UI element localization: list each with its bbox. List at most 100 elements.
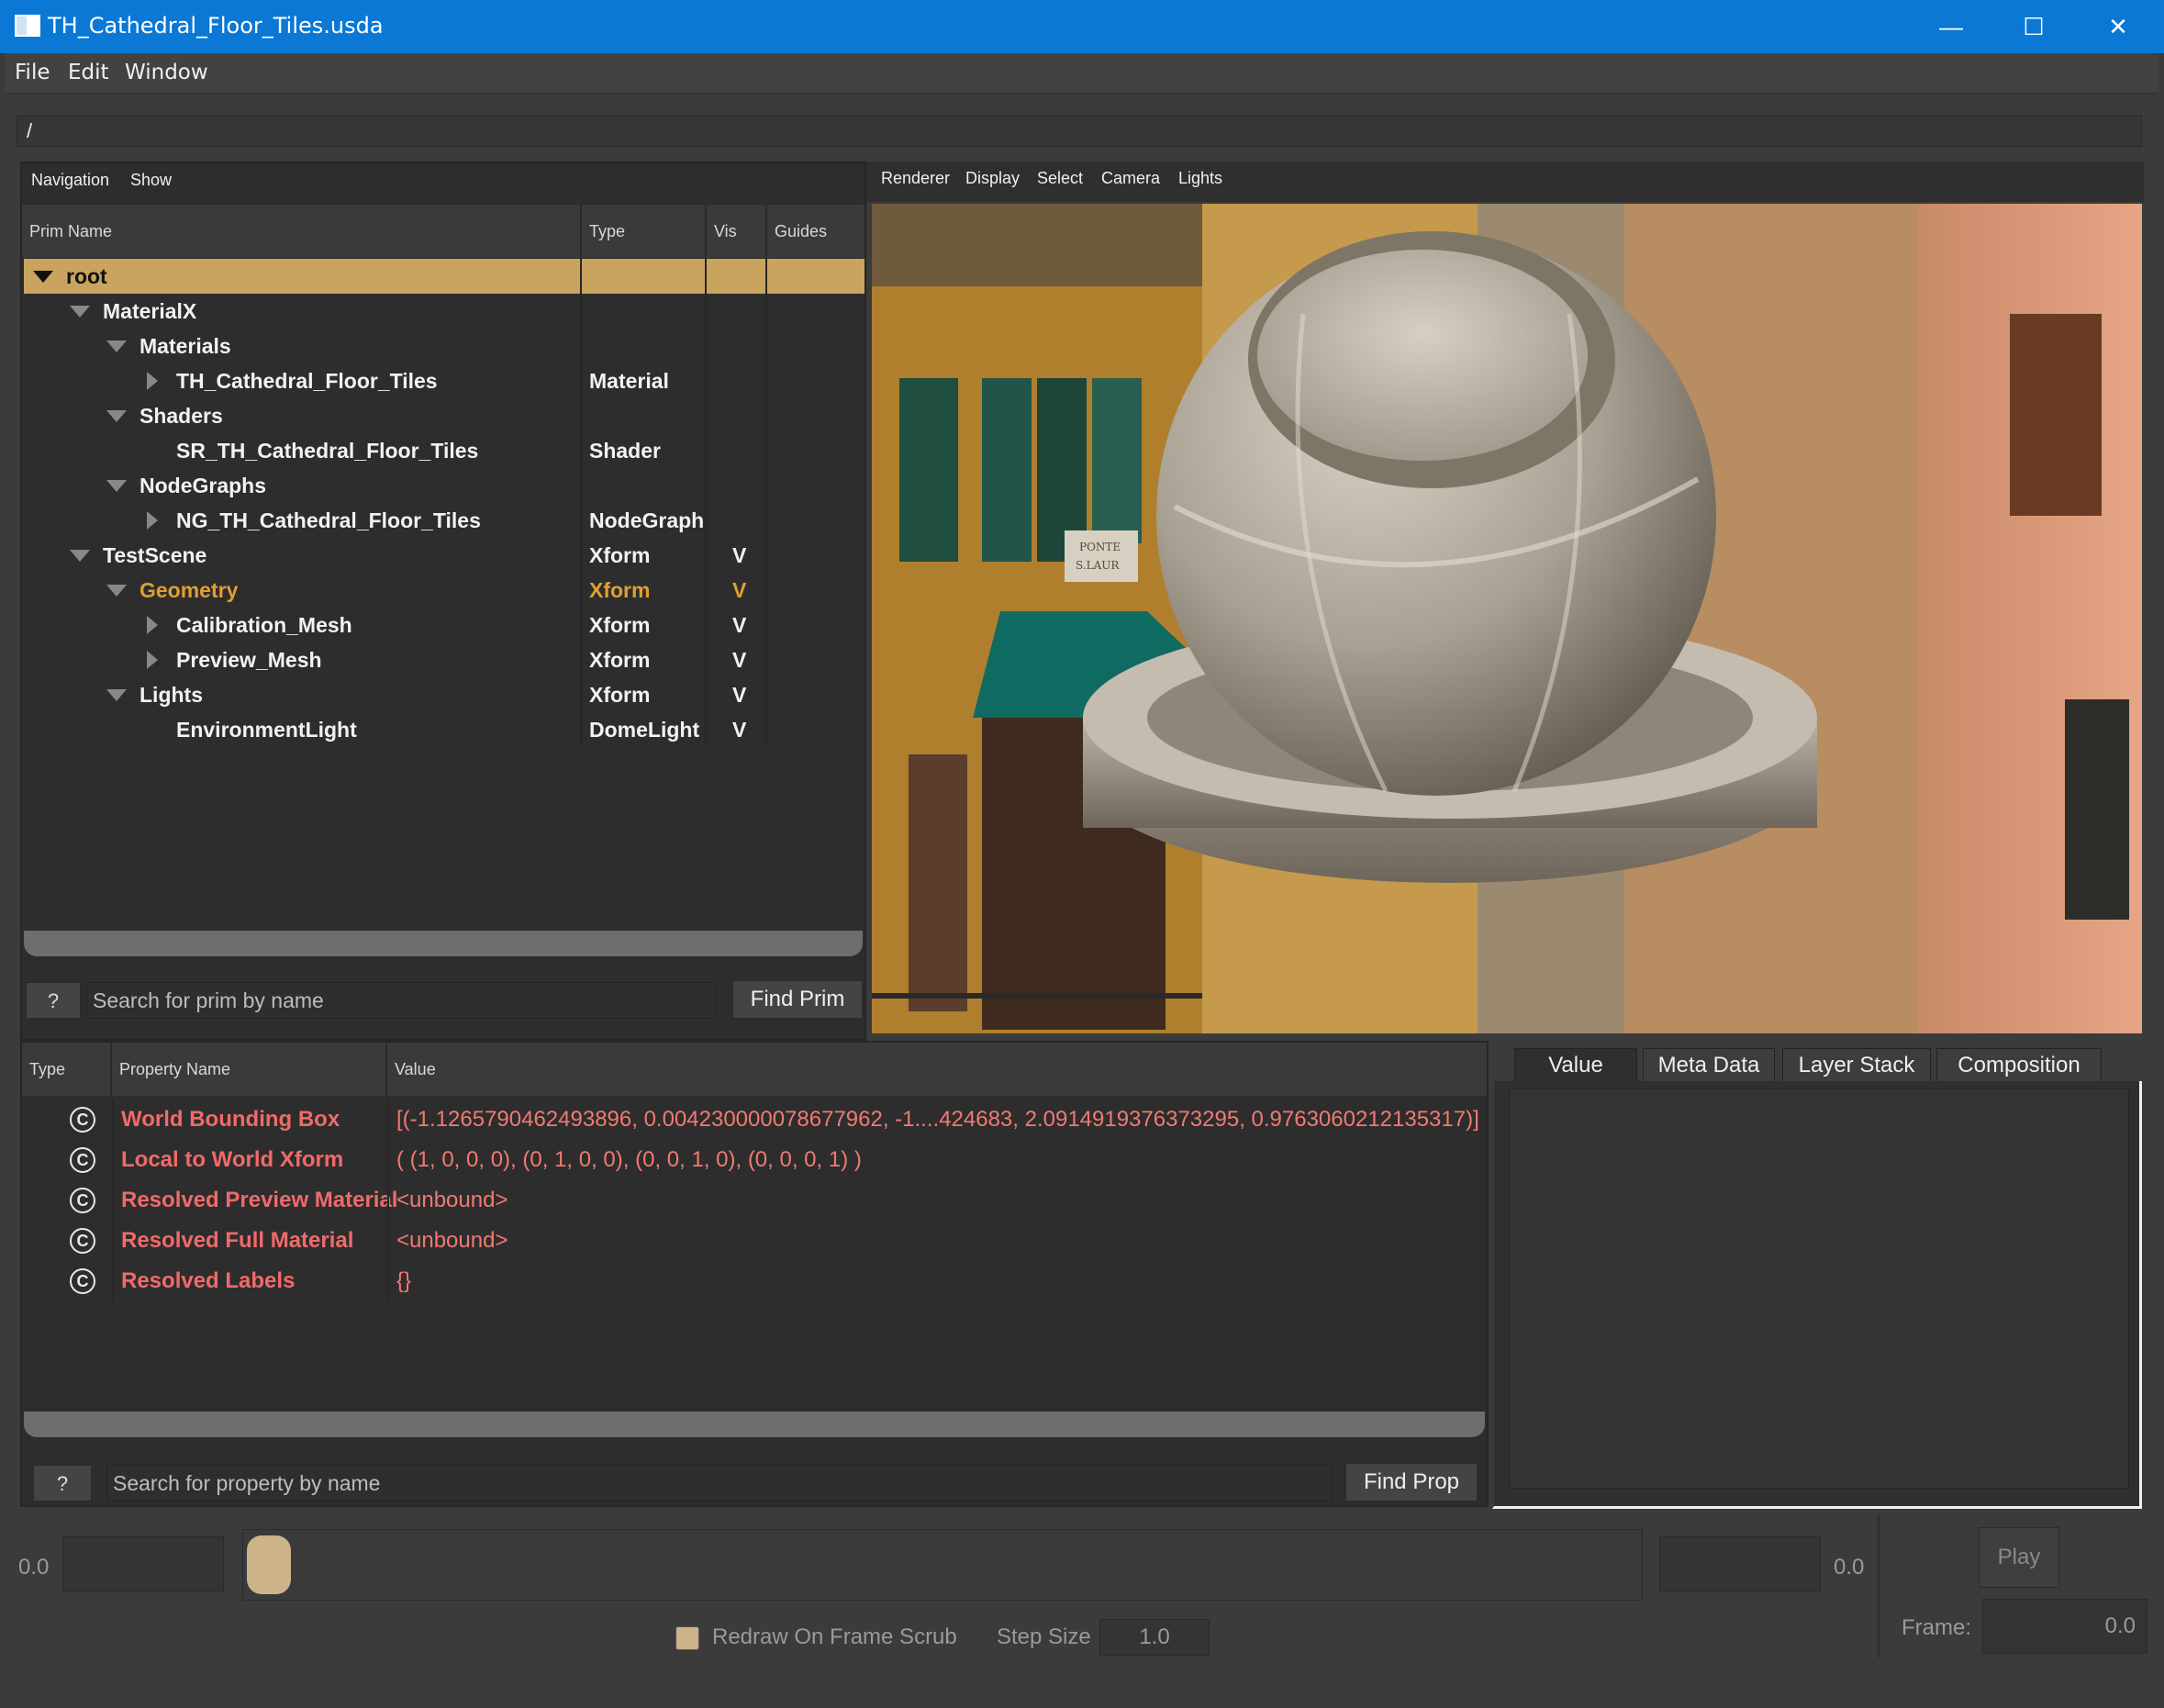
- property-row[interactable]: C Resolved Full Material <unbound>: [24, 1221, 1487, 1261]
- column-property-name[interactable]: Property Name: [112, 1043, 387, 1096]
- visibility-toggle[interactable]: V: [732, 712, 746, 747]
- close-button[interactable]: ✕: [2076, 0, 2160, 53]
- prim-search-input[interactable]: Search for prim by name: [86, 982, 716, 1019]
- redraw-checkbox[interactable]: [675, 1626, 699, 1650]
- prim-help-button[interactable]: ?: [26, 982, 81, 1019]
- tree-row-lights[interactable]: Lights Xform V: [24, 677, 864, 712]
- tree-row-calibration-mesh[interactable]: Calibration_Mesh Xform V: [24, 608, 864, 642]
- tree-row-materials[interactable]: Materials: [24, 329, 864, 363]
- frame-slider-track[interactable]: [242, 1529, 1643, 1601]
- frame-slider-handle[interactable]: [247, 1535, 291, 1594]
- menu-edit[interactable]: Edit: [68, 61, 109, 84]
- computed-property-icon: C: [70, 1228, 95, 1254]
- computed-property-icon: C: [70, 1268, 95, 1294]
- collapse-arrow-icon[interactable]: [106, 340, 127, 352]
- prim-name: Geometry: [139, 578, 239, 602]
- horizontal-scrollbar[interactable]: [24, 931, 863, 956]
- play-button[interactable]: Play: [1979, 1527, 2059, 1588]
- prim-name: NodeGraphs: [139, 474, 267, 497]
- menu-camera[interactable]: Camera: [1101, 169, 1160, 188]
- property-value: ( (1, 0, 0, 0), (0, 1, 0, 0), (0, 0, 1, …: [396, 1147, 862, 1172]
- collapse-arrow-icon[interactable]: [106, 410, 127, 422]
- tree-row-shader[interactable]: SR_TH_Cathedral_Floor_Tiles Shader: [24, 433, 864, 468]
- tab-layer-stack[interactable]: Layer Stack: [1782, 1048, 1931, 1081]
- tree-row-shaders[interactable]: Shaders: [24, 398, 864, 433]
- column-vis[interactable]: Vis: [707, 205, 767, 258]
- collapse-arrow-icon[interactable]: [106, 689, 127, 701]
- step-size-field[interactable]: 1.0: [1099, 1619, 1210, 1656]
- prim-type: Xform: [589, 683, 651, 707]
- collapse-arrow-icon[interactable]: [70, 550, 90, 562]
- path-field[interactable]: /: [17, 116, 2142, 147]
- menu-window[interactable]: Window: [125, 61, 208, 84]
- visibility-toggle[interactable]: V: [732, 573, 746, 608]
- sign-line-2: S.LAUR: [1076, 559, 1120, 572]
- expand-arrow-icon[interactable]: [147, 616, 158, 634]
- property-help-button[interactable]: ?: [33, 1465, 92, 1501]
- prim-type: DomeLight: [589, 718, 700, 742]
- prim-name: EnvironmentLight: [176, 718, 357, 742]
- maximize-button[interactable]: ☐: [1991, 0, 2076, 53]
- property-row[interactable]: C Resolved Labels {}: [24, 1261, 1487, 1301]
- horizontal-scrollbar[interactable]: [24, 1412, 1485, 1437]
- property-value: <unbound>: [396, 1228, 508, 1253]
- window-title: TH_Cathedral_Floor_Tiles.usda: [48, 13, 384, 39]
- column-prop-type[interactable]: Type: [22, 1043, 112, 1096]
- tree-row-material[interactable]: TH_Cathedral_Floor_Tiles Material: [24, 363, 864, 398]
- start-frame-field[interactable]: [62, 1536, 224, 1591]
- tree-row-preview-mesh[interactable]: Preview_Mesh Xform V: [24, 642, 864, 677]
- collapse-arrow-icon[interactable]: [33, 271, 53, 283]
- end-frame-field[interactable]: [1659, 1536, 1821, 1591]
- visibility-toggle[interactable]: V: [732, 538, 746, 573]
- frame-field[interactable]: 0.0: [1982, 1599, 2147, 1654]
- collapse-arrow-icon[interactable]: [106, 480, 127, 492]
- tree-row-nodegraphs[interactable]: NodeGraphs: [24, 468, 864, 503]
- property-row[interactable]: C Local to World Xform ( (1, 0, 0, 0), (…: [24, 1140, 1487, 1180]
- visibility-toggle[interactable]: V: [732, 677, 746, 712]
- tree-row-environment-light[interactable]: EnvironmentLight DomeLight V: [24, 712, 864, 747]
- prim-type: Xform: [589, 613, 651, 637]
- property-value: <unbound>: [396, 1188, 508, 1212]
- expand-arrow-icon[interactable]: [147, 372, 158, 390]
- menu-lights[interactable]: Lights: [1178, 169, 1222, 188]
- menu-select[interactable]: Select: [1037, 169, 1083, 188]
- find-prim-button[interactable]: Find Prim: [732, 980, 863, 1019]
- menu-display[interactable]: Display: [965, 169, 1020, 188]
- viewport-3d[interactable]: PONTE S.LAUR: [872, 204, 2142, 1033]
- prim-name: NG_TH_Cathedral_Floor_Tiles: [176, 508, 481, 532]
- tab-composition[interactable]: Composition: [1936, 1048, 2102, 1081]
- tree-row-materialx[interactable]: MaterialX: [24, 294, 864, 329]
- divider: [1878, 1514, 1880, 1658]
- property-row[interactable]: C World Bounding Box [(-1.12657904624938…: [24, 1100, 1487, 1140]
- collapse-arrow-icon[interactable]: [70, 306, 90, 318]
- tree-row-testscene[interactable]: TestScene Xform V: [24, 538, 864, 573]
- tree-row-root[interactable]: root: [24, 259, 864, 294]
- column-value[interactable]: Value: [387, 1043, 1487, 1096]
- tab-value[interactable]: Value: [1514, 1048, 1637, 1081]
- collapse-arrow-icon[interactable]: [106, 585, 127, 597]
- column-type[interactable]: Type: [582, 205, 707, 258]
- computed-property-icon: C: [70, 1188, 95, 1213]
- prim-name: Shaders: [139, 404, 223, 428]
- tab-meta-data[interactable]: Meta Data: [1643, 1048, 1775, 1081]
- visibility-toggle[interactable]: V: [732, 608, 746, 642]
- property-search-input[interactable]: Search for property by name: [106, 1465, 1333, 1501]
- menu-navigation[interactable]: Navigation: [31, 171, 109, 190]
- prim-name: SR_TH_Cathedral_Floor_Tiles: [176, 439, 479, 463]
- prim-type: Xform: [589, 648, 651, 672]
- find-prop-button[interactable]: Find Prop: [1345, 1463, 1478, 1501]
- expand-arrow-icon[interactable]: [147, 511, 158, 530]
- tree-row-nodegraph[interactable]: NG_TH_Cathedral_Floor_Tiles NodeGraph: [24, 503, 864, 538]
- property-name: Local to World Xform: [121, 1147, 344, 1172]
- menu-show[interactable]: Show: [130, 171, 172, 190]
- minimize-button[interactable]: —: [1909, 0, 1993, 53]
- title-bar: TH_Cathedral_Floor_Tiles.usda — ☐ ✕: [0, 0, 2164, 53]
- tree-row-geometry[interactable]: Geometry Xform V: [24, 573, 864, 608]
- menu-renderer[interactable]: Renderer: [881, 169, 950, 188]
- column-prim-name[interactable]: Prim Name: [22, 205, 582, 258]
- visibility-toggle[interactable]: V: [732, 642, 746, 677]
- menu-file[interactable]: File: [15, 61, 50, 84]
- expand-arrow-icon[interactable]: [147, 651, 158, 669]
- column-guides[interactable]: Guides: [767, 205, 864, 258]
- property-row[interactable]: C Resolved Preview Material <unbound>: [24, 1180, 1487, 1221]
